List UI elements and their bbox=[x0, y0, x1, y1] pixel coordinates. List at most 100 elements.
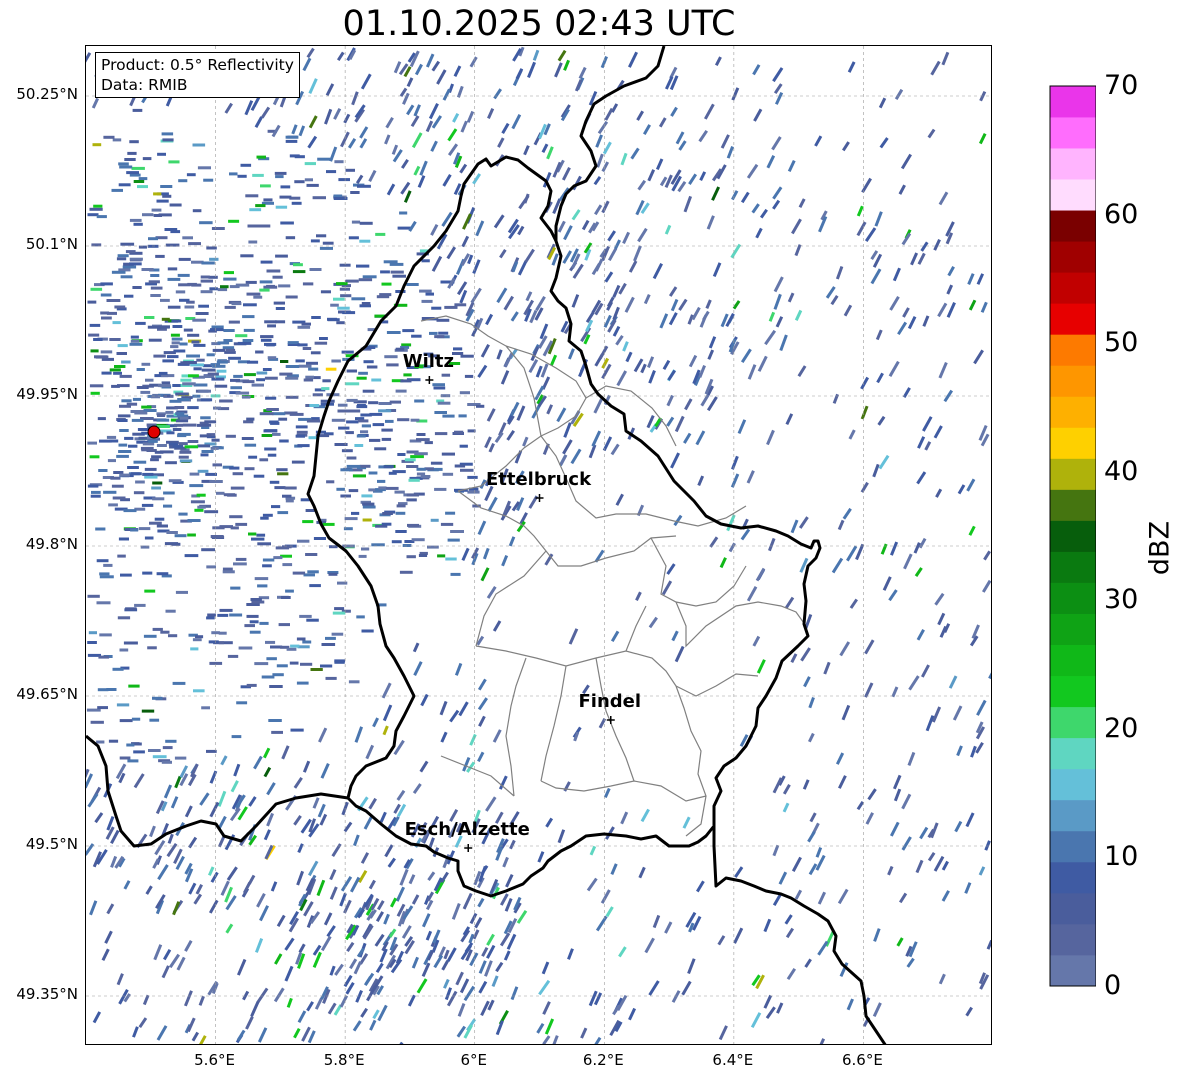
echo-cell bbox=[149, 718, 160, 722]
echo-cell bbox=[320, 763, 330, 779]
echo-cell bbox=[206, 565, 216, 569]
radar-map[interactable] bbox=[85, 45, 992, 1045]
echo-cell bbox=[87, 300, 97, 304]
echo-cell bbox=[223, 277, 237, 281]
echo-cell bbox=[593, 398, 603, 414]
echo-cell bbox=[212, 526, 225, 530]
echo-cell bbox=[233, 763, 241, 777]
echo-cell bbox=[302, 57, 312, 72]
echo-cell bbox=[141, 268, 154, 271]
echo-cell bbox=[149, 825, 156, 838]
echo-cell bbox=[285, 139, 298, 143]
city-marker bbox=[464, 844, 473, 852]
echo-cell bbox=[116, 454, 129, 458]
echo-cell bbox=[441, 960, 450, 971]
echo-cell bbox=[419, 289, 432, 293]
echo-cell bbox=[152, 755, 167, 759]
echo-cell bbox=[225, 348, 236, 352]
echo-cell bbox=[498, 775, 508, 790]
echo-cell bbox=[766, 155, 776, 169]
echo-cell bbox=[603, 787, 611, 798]
echo-cell bbox=[766, 429, 775, 446]
echo-cell bbox=[620, 152, 628, 166]
echo-cell bbox=[266, 782, 276, 796]
echo-cell bbox=[338, 178, 350, 182]
echo-cell bbox=[411, 894, 420, 905]
echo-cell bbox=[119, 648, 129, 652]
echo-cell bbox=[307, 570, 319, 574]
echo-cell bbox=[383, 260, 398, 264]
echo-cell bbox=[248, 455, 258, 459]
echo-cell bbox=[308, 115, 318, 129]
echo-cell bbox=[179, 342, 188, 346]
echo-cell bbox=[835, 266, 844, 280]
echo-cell bbox=[830, 295, 839, 306]
echo-cell bbox=[175, 590, 188, 594]
echo-cell bbox=[604, 271, 614, 283]
echo-cell bbox=[148, 280, 160, 284]
echo-cell bbox=[358, 869, 368, 884]
echo-cell bbox=[137, 185, 148, 189]
echo-cell bbox=[161, 317, 170, 321]
echo-cell bbox=[937, 302, 948, 318]
echo-cell bbox=[847, 61, 856, 73]
echo-cell bbox=[408, 874, 416, 885]
echo-cell bbox=[127, 151, 137, 155]
echo-cell bbox=[747, 364, 757, 380]
echo-cell bbox=[876, 372, 884, 384]
echo-cell bbox=[124, 436, 134, 440]
echo-cell bbox=[588, 444, 597, 459]
echo-cell bbox=[389, 897, 398, 908]
radar-site-marker[interactable] bbox=[147, 425, 161, 439]
echo-cell bbox=[343, 899, 352, 914]
echo-cell bbox=[263, 198, 273, 202]
echo-cell bbox=[501, 122, 510, 135]
echo-cell bbox=[319, 246, 333, 250]
echo-cell bbox=[171, 337, 183, 341]
echo-cell bbox=[352, 474, 366, 478]
echo-cell bbox=[894, 88, 904, 100]
echo-cell bbox=[385, 486, 399, 490]
lat-tick-label: 50.1°N bbox=[25, 235, 78, 253]
echo-cell bbox=[89, 384, 104, 388]
echo-cell bbox=[931, 706, 942, 723]
echo-cell bbox=[782, 784, 791, 795]
echo-cell bbox=[756, 659, 766, 674]
echo-cell bbox=[235, 522, 248, 526]
echo-cell bbox=[563, 422, 572, 438]
echo-cell bbox=[379, 811, 387, 823]
echo-cell bbox=[352, 1020, 362, 1032]
echo-cell bbox=[310, 239, 320, 243]
echo-cell bbox=[442, 174, 452, 187]
echo-cell bbox=[406, 493, 419, 497]
echo-cell bbox=[129, 140, 139, 144]
echo-cell bbox=[508, 536, 516, 547]
echo-cell bbox=[538, 979, 551, 996]
echo-cell bbox=[141, 709, 155, 713]
echo-cell bbox=[272, 673, 284, 677]
echo-cell bbox=[145, 885, 153, 895]
echo-cell bbox=[952, 705, 963, 721]
echo-cell bbox=[978, 133, 987, 145]
echo-cell bbox=[106, 435, 117, 439]
echo-cell bbox=[516, 910, 528, 924]
echo-cell bbox=[162, 359, 174, 363]
echo-cell bbox=[292, 270, 306, 274]
echo-cell bbox=[864, 639, 875, 655]
echo-cell bbox=[711, 186, 721, 201]
echo-cell bbox=[343, 113, 351, 124]
echo-cell bbox=[192, 318, 206, 322]
echo-cell bbox=[302, 282, 314, 286]
echo-cell bbox=[595, 915, 608, 932]
echo-cell bbox=[628, 51, 638, 68]
echo-cell bbox=[598, 345, 609, 360]
echo-cell bbox=[460, 120, 468, 133]
echo-cell bbox=[119, 374, 132, 378]
echo-cell bbox=[174, 423, 183, 427]
echo-cell bbox=[93, 338, 103, 341]
echo-cell bbox=[208, 640, 219, 644]
echo-cell bbox=[510, 401, 520, 417]
echo-cell bbox=[903, 553, 913, 570]
echo-cell bbox=[86, 843, 95, 856]
echo-cell bbox=[95, 355, 109, 359]
